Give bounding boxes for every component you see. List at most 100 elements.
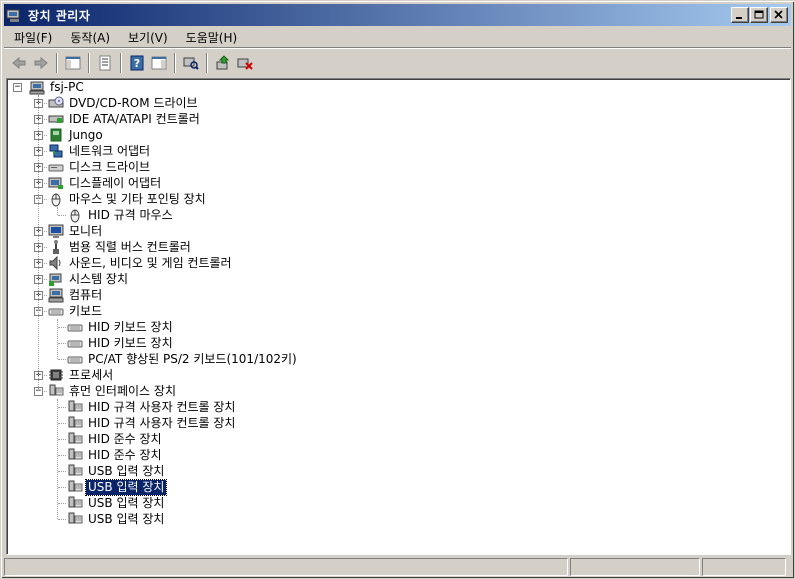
computer-icon <box>29 81 45 95</box>
help-icon: ? <box>130 55 144 71</box>
menu-help[interactable]: 도움말(H) <box>180 27 244 48</box>
tree-item-label: 디스크 드라이브 <box>69 159 151 174</box>
toolbar-separator <box>88 53 90 73</box>
minimize-button[interactable] <box>731 7 749 23</box>
toolbar-separator <box>174 53 176 73</box>
tree-item-label: HID 규격 사용자 컨트롤 장치 <box>88 399 236 414</box>
uninstall-button[interactable] <box>234 52 256 74</box>
help-button[interactable]: ? <box>126 52 148 74</box>
scan-hardware-button[interactable] <box>180 52 202 74</box>
tree-item-label: 디스플레이 어댑터 <box>69 175 162 190</box>
display-adapter-icon <box>48 177 63 189</box>
svg-text:?: ? <box>134 57 140 70</box>
menu-action[interactable]: 동작(A) <box>64 27 116 48</box>
scan-hardware-icon <box>183 57 199 70</box>
tree-connector <box>58 487 66 488</box>
show-hide-console-tree-button[interactable] <box>62 52 84 74</box>
keyboard-icon <box>48 308 64 316</box>
tree-connector <box>58 407 66 408</box>
tree-device[interactable]: USB 입력 장치 <box>67 495 166 511</box>
update-driver-icon <box>216 55 230 70</box>
tree-item-label: 키보드 <box>69 303 103 318</box>
disk-drive-icon <box>48 164 64 172</box>
title-bar[interactable]: 장치 관리자 <box>4 4 791 26</box>
tree-category[interactable]: 프로세서 <box>48 367 115 383</box>
menu-bar: 파일(F) 동작(A) 보기(V) 도움말(H) <box>4 27 791 48</box>
window-title: 장치 관리자 <box>28 8 91 23</box>
tree-item-label: HID 규격 마우스 <box>88 207 173 222</box>
back-button[interactable] <box>8 52 30 74</box>
tree-device[interactable]: PC/AT 향상된 PS/2 키보드(101/102키) <box>67 351 299 367</box>
network-adapter-icon <box>49 144 63 158</box>
close-button[interactable] <box>770 7 788 23</box>
menu-file[interactable]: 파일(F) <box>8 27 58 48</box>
tree-category[interactable]: 마우스 및 기타 포인팅 장치 <box>48 191 208 207</box>
tree-category[interactable]: DVD/CD-ROM 드라이브 <box>48 95 200 111</box>
device-manager-icon <box>6 9 20 22</box>
tree-device[interactable]: USB 입력 장치 <box>67 478 168 496</box>
tree-item-label: USB 입력 장치 <box>88 495 165 510</box>
sound-icon <box>49 255 61 271</box>
tree-device[interactable]: HID 키보드 장치 <box>67 335 175 351</box>
tree-item-label: Jungo <box>69 127 103 142</box>
system-device-icon <box>49 273 62 286</box>
status-pane-secondary <box>570 558 700 576</box>
tree-device[interactable]: HID 준수 장치 <box>67 447 164 463</box>
show-hide-action-pane-button[interactable] <box>148 52 170 74</box>
tree-item-label: DVD/CD-ROM 드라이브 <box>69 95 198 110</box>
forward-arrow-icon <box>34 56 48 70</box>
mouse-icon <box>51 193 61 207</box>
hid-icon <box>68 512 83 524</box>
tree-connector <box>58 503 66 504</box>
tree-category[interactable]: Jungo <box>48 127 105 143</box>
tree-device[interactable]: HID 규격 마우스 <box>67 207 175 223</box>
properties-button[interactable] <box>94 52 116 74</box>
hid-icon <box>68 448 83 460</box>
tree-category[interactable]: 범용 직렬 버스 컨트롤러 <box>48 239 193 255</box>
hid-icon <box>68 464 83 476</box>
tree-item-label: 컴퓨터 <box>69 287 103 302</box>
maximize-button[interactable] <box>750 7 768 23</box>
device-tree-pane[interactable]: − fsj-PC DVD/CD-ROM 드라이브 + IDE ATA/ATAPI 컨… <box>6 78 791 555</box>
tree-category[interactable]: 컴퓨터 <box>48 287 104 303</box>
tree-category[interactable]: IDE ATA/ATAPI 컨트롤러 <box>48 111 202 127</box>
uninstall-icon <box>237 58 253 70</box>
tree-category[interactable]: 휴먼 인터페이스 장치 <box>48 383 178 399</box>
tree-root[interactable]: fsj-PC <box>29 79 86 95</box>
tree-connector <box>58 359 66 360</box>
menu-view[interactable]: 보기(V) <box>122 27 174 48</box>
update-driver-button[interactable] <box>212 52 234 74</box>
tree-device[interactable]: HID 규격 사용자 컨트롤 장치 <box>67 399 237 415</box>
tree-category[interactable]: 시스템 장치 <box>48 271 130 287</box>
tree-device[interactable]: USB 입력 장치 <box>67 463 166 479</box>
tree-device[interactable]: HID 키보드 장치 <box>67 319 175 335</box>
tree-item-label: HID 규격 사용자 컨트롤 장치 <box>88 415 236 430</box>
tree-collapse-toggle[interactable]: − <box>13 83 22 92</box>
jungo-device-icon <box>50 128 62 142</box>
properties-icon <box>99 55 111 71</box>
tree-item-label: USB 입력 장치 <box>88 463 165 478</box>
forward-button[interactable] <box>30 52 52 74</box>
close-icon <box>774 10 783 19</box>
tree-category[interactable]: 디스플레이 어댑터 <box>48 175 163 191</box>
back-arrow-icon <box>12 56 26 70</box>
tree-connector <box>58 455 66 456</box>
tree-device[interactable]: HID 준수 장치 <box>67 431 164 447</box>
tree-device[interactable]: HID 규격 사용자 컨트롤 장치 <box>67 415 237 431</box>
tree-connector <box>58 471 66 472</box>
hid-icon <box>49 384 64 396</box>
device-manager-window: 장치 관리자 파일(F) 동작(A) 보기(V) 도움말(H) ? − fsj-… <box>0 0 795 579</box>
tree-category[interactable]: 키보드 <box>48 303 104 319</box>
tree-item-label: 네트워크 어댑터 <box>69 143 151 158</box>
tree-category[interactable]: 네트워크 어댑터 <box>48 143 152 159</box>
hid-icon <box>68 432 83 444</box>
tree-category[interactable]: 모니터 <box>48 223 104 239</box>
tree-category[interactable]: 사운드, 비디오 및 게임 컨트롤러 <box>48 255 234 271</box>
status-bar <box>4 557 791 577</box>
tree-connector <box>57 319 58 359</box>
tree-category[interactable]: 디스크 드라이브 <box>48 159 152 175</box>
tree-device[interactable]: USB 입력 장치 <box>67 511 166 527</box>
tree-connector <box>57 207 58 215</box>
status-pane-main <box>4 558 568 576</box>
toolbar-separator <box>120 53 122 73</box>
